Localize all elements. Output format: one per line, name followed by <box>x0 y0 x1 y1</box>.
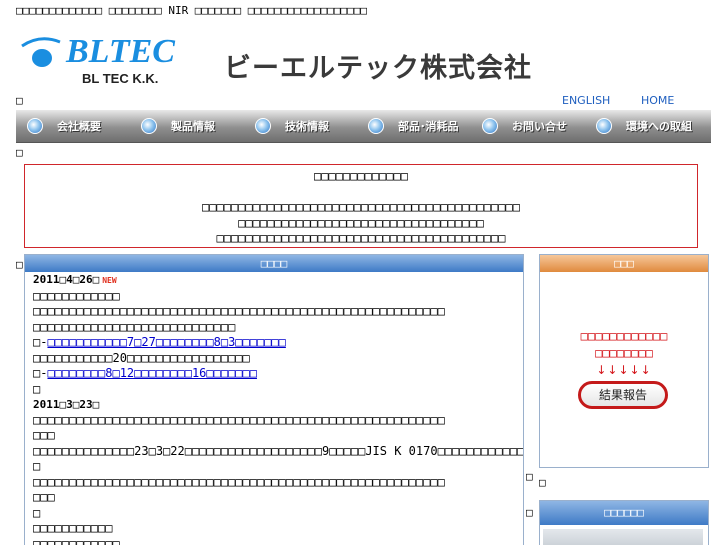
logo-sub: BL TEC K.K. <box>82 71 158 86</box>
logo-text: BLTEC <box>65 33 175 70</box>
english-link[interactable]: ENGLISH <box>562 94 610 107</box>
home-link[interactable]: HOME <box>641 94 674 107</box>
result-report-button[interactable]: 結果報告 <box>578 381 668 409</box>
side-red-text: □□□□□□□□ <box>595 346 653 360</box>
news-date: 2011□4□26□ <box>33 273 100 286</box>
news-line: □□□ <box>33 428 55 442</box>
notice-line: □□□□□□□□□□□□□□□□□□□□□□□□□□□□□□□□□□ <box>238 216 484 230</box>
news-line: □□□□□□□□□□□□ <box>33 288 120 303</box>
news-line: □ <box>33 459 41 473</box>
nav-item-contact[interactable]: お問い合せ <box>482 110 567 142</box>
stray-char: □ <box>16 94 23 107</box>
nav-label: お問い合せ <box>512 120 567 133</box>
nav-item-environment[interactable]: 環境への取組 <box>596 110 692 142</box>
side-header: □□□ <box>540 255 708 272</box>
news-prefix: □- <box>33 366 48 380</box>
news-header: □□□□ <box>25 255 523 272</box>
bltec-logo[interactable]: BLTEC BL TEC K.K. <box>18 32 203 88</box>
news-line: □□□□□□□□□□□□□□□□□□□□□□□□□□□□□□□□□□□□□□□□… <box>33 304 445 318</box>
news-line: □ <box>33 381 41 396</box>
notice-line: □□□□□□□□□□□□□□□□□□□□□□□□□□□□□□□□□□□□□□□□… <box>202 200 520 214</box>
new-badge: NEW <box>102 276 117 285</box>
bullet-icon <box>27 118 43 134</box>
side-panel: □□□ □□□□□□□□□□□□ □□□□□□□□ ↓↓↓↓↓ 結果報告 <box>539 254 709 468</box>
stray-char: □ <box>539 476 546 489</box>
stray-char: □ <box>526 470 533 483</box>
header-tagline: □□□□□□□□□□□□□ □□□□□□□□ NIR □□□□□□□ □□□□□… <box>16 4 367 17</box>
nav-item-company[interactable]: 会社概要 <box>27 110 101 142</box>
bullet-icon <box>482 118 498 134</box>
nav-label: 技術情報 <box>285 120 329 133</box>
side-header-2: □□□□□□ <box>540 501 708 525</box>
bullet-icon <box>255 118 271 134</box>
nav-label: 製品情報 <box>171 120 215 133</box>
nav-item-products[interactable]: 製品情報 <box>141 110 215 142</box>
news-panel: □□□□ 2011□4□26□ NEW □□□□□□□□□□□□ □□□□□□□□… <box>24 254 524 545</box>
news-prefix: □- <box>33 335 48 349</box>
nav-item-parts[interactable]: 部品･消耗品 <box>368 110 459 142</box>
bullet-icon <box>368 118 384 134</box>
nav-label: 環境への取組 <box>626 120 692 133</box>
nav-label: 会社概要 <box>57 120 101 133</box>
news-line: □□□□□□□□□□□□□□23□3□22□□□□□□□□□□□□□□□□□□□… <box>33 443 523 458</box>
down-arrows: ↓↓↓↓↓ <box>596 363 652 377</box>
news-line: □□□□□□□□□□□□□□□□□□□□□□□□□□□□ <box>33 319 236 334</box>
news-date: 2011□3□23□ <box>33 398 100 411</box>
stray-char: □ <box>526 506 533 519</box>
notice-title: □□□□□□□□□□□□□ <box>314 169 408 183</box>
notice-box: □□□□□□□□□□□□□ □□□□□□□□□□□□□□□□□□□□□□□□□□… <box>24 164 698 248</box>
news-line: □□□□□□□□□□□ <box>33 521 113 535</box>
news-line: □□□ <box>33 490 55 504</box>
news-line: □□□□□□□□□□□□□□□□□□□□□□□□□□□□□□□□□□□□□□□□… <box>33 474 445 489</box>
side-panel-2: □□□□□□ <box>539 500 709 545</box>
bullet-icon <box>141 118 157 134</box>
news-link[interactable]: □□□□□□□□8□12□□□□□□□□16□□□□□□□ <box>47 366 257 380</box>
news-line: □□□□□□□□□□□20□□□□□□□□□□□□□□□□□ <box>33 350 250 365</box>
stray-char: □ <box>16 146 23 159</box>
building-photo[interactable] <box>543 529 703 545</box>
news-link[interactable]: □□□□□□□□□□□7□27□□□□□□□□8□3□□□□□□□ <box>47 335 285 349</box>
stray-char: □ <box>16 258 23 271</box>
notice-line: □□□□□□□□□□□□□□□□□□□□□□□□□□□□□□□□□□□□□□□□ <box>216 231 506 245</box>
side-red-text: □□□□□□□□□□□□ <box>580 329 668 343</box>
page: □□□□□□□□□□□□□ □□□□□□□□ NIR □□□□□□□ □□□□□… <box>16 0 711 545</box>
bullet-icon <box>596 118 612 134</box>
nav-label: 部品･消耗品 <box>398 120 459 133</box>
news-body: 2011□4□26□ NEW □□□□□□□□□□□□ □□□□□□□□□□□□□… <box>33 272 523 545</box>
main-nav: 会社概要 製品情報 技術情報 部品･消耗品 お問い合せ 環境への取組 <box>16 110 711 143</box>
nav-item-technical[interactable]: 技術情報 <box>255 110 329 142</box>
news-line: □□□□□□□□□□□□ <box>33 536 120 545</box>
news-line: □ <box>33 505 41 520</box>
news-line: □□□□□□□□□□□□□□□□□□□□□□□□□□□□□□□□□□□□□□□□… <box>33 412 445 427</box>
company-name: ビーエルテック株式会社 <box>224 53 532 84</box>
bltec-logo-icon: BLTEC BL TEC K.K. <box>21 33 175 86</box>
